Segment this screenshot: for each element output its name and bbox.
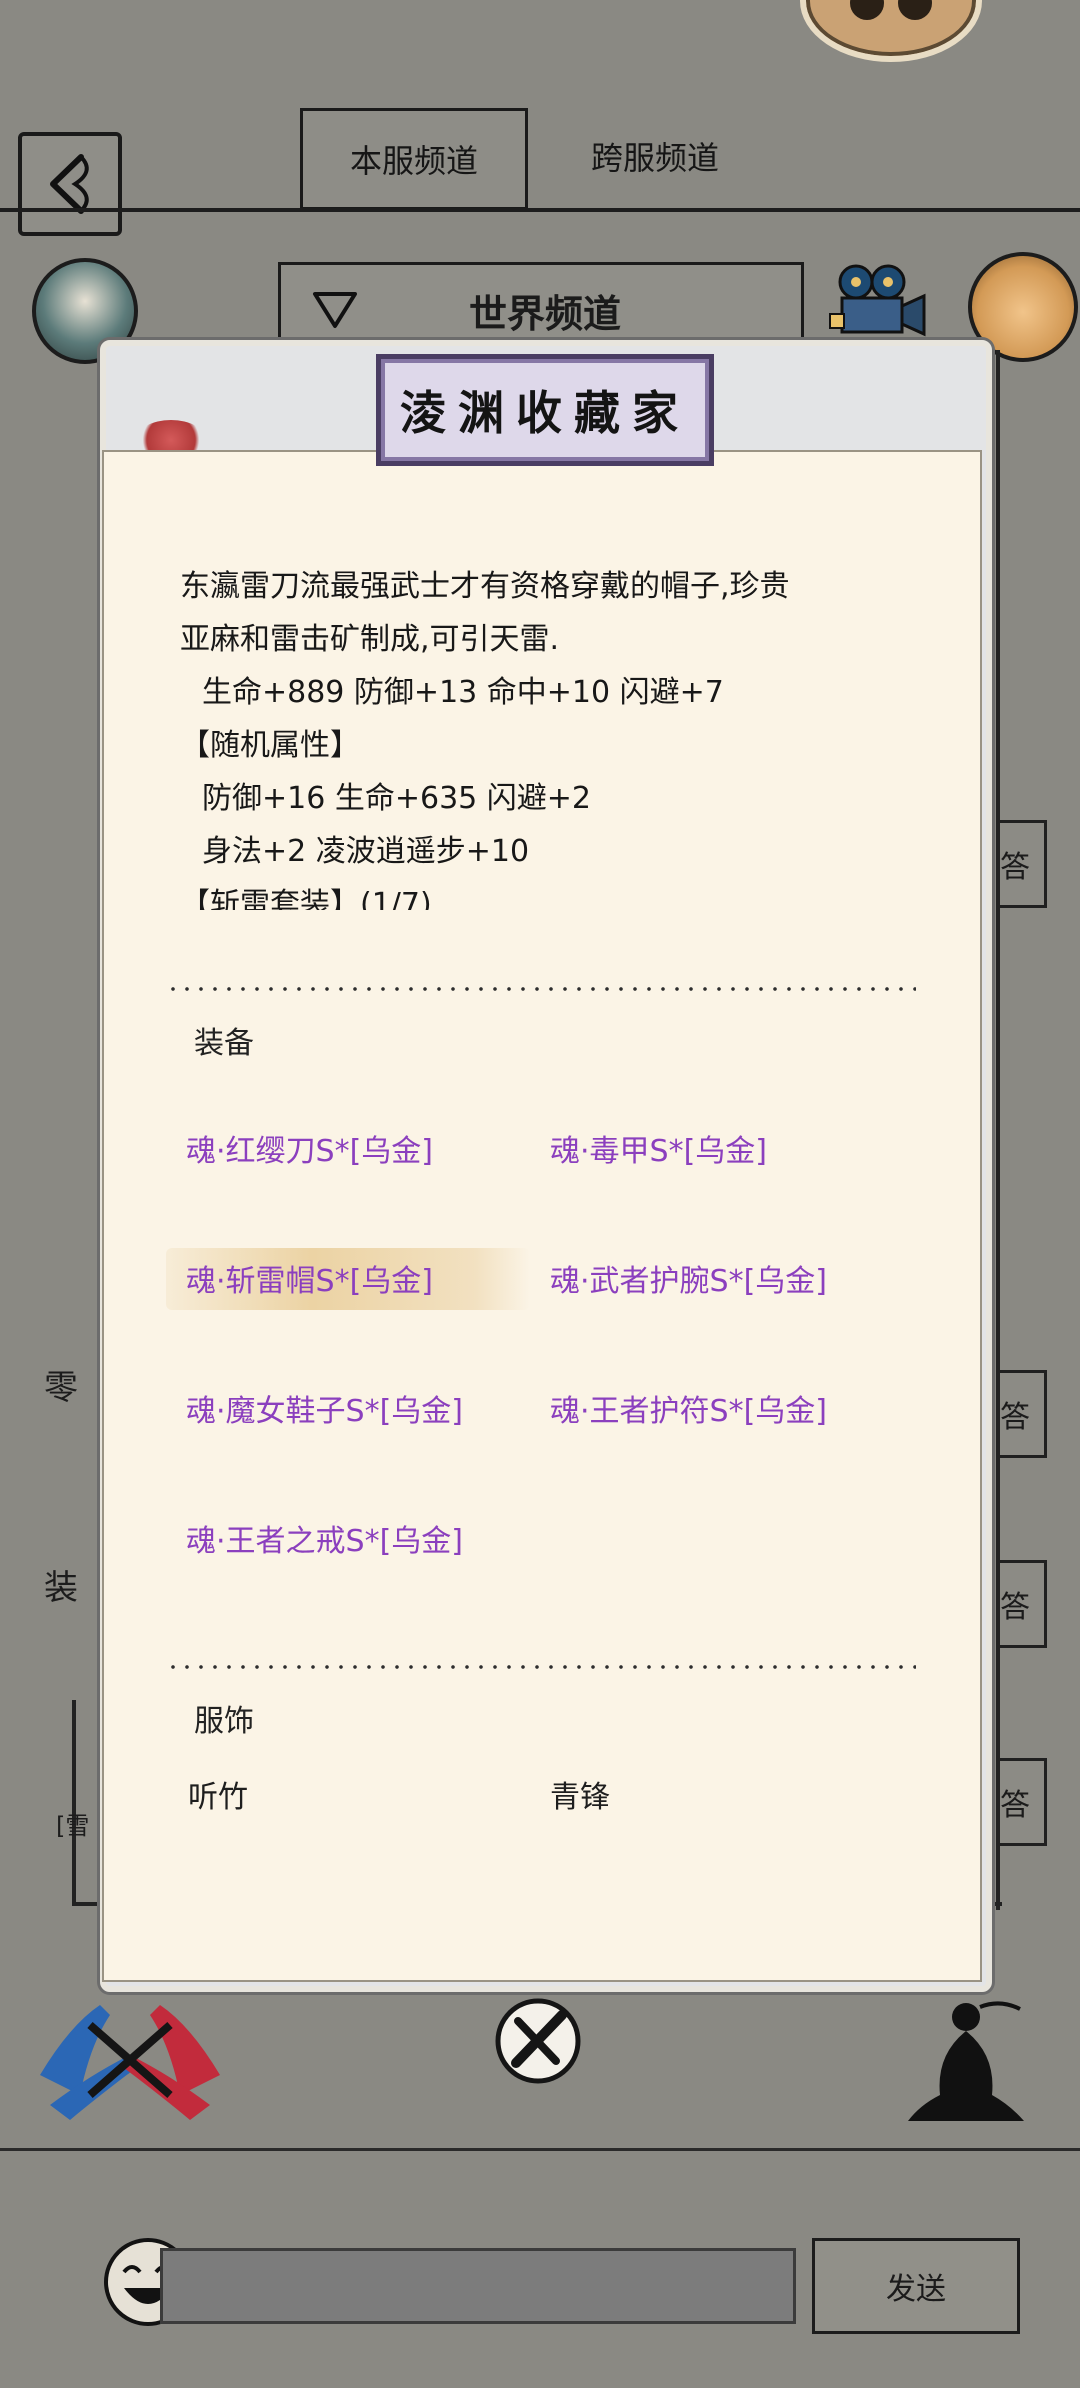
side-answer-label: 答 — [1000, 1400, 1030, 1435]
meditation-icon[interactable] — [900, 1995, 1030, 2135]
equipment-item[interactable]: 魂·魔女鞋子S*[乌金] — [186, 1386, 463, 1430]
popup-title: 淩渊收藏家 — [400, 386, 690, 440]
top-avatar[interactable] — [800, 0, 982, 62]
close-icon[interactable] — [492, 1995, 584, 2087]
item-description[interactable]: 东瀛雷刀流最强武士才有资格穿戴的帽子,珍贵 亚麻和雷击矿制成,可引天雷. 生命+… — [180, 560, 900, 910]
equipment-item[interactable]: 魂·王者护符S*[乌金] — [550, 1386, 827, 1430]
avatar-eye — [898, 0, 932, 20]
equipment-item[interactable]: 魂·王者之戒S*[乌金] — [186, 1516, 463, 1560]
bottom-divider — [0, 2148, 1080, 2151]
side-answer-label: 答 — [1000, 850, 1030, 885]
description-line: 防御+16 生命+635 闪避+2 — [202, 781, 592, 816]
dropdown-triangle-icon — [313, 292, 357, 328]
back-button[interactable] — [18, 132, 122, 236]
tab-local-server[interactable]: 本服频道 — [300, 108, 528, 210]
pvp-battle-icon[interactable] — [30, 1985, 230, 2125]
side-answer-label: 答 — [1000, 1788, 1030, 1823]
side-answer-label: 答 — [1000, 1590, 1030, 1625]
costume-item[interactable]: 青锋 — [550, 1772, 610, 1816]
chat-text-fragment: [雪 — [56, 1812, 90, 1840]
side-answer-button[interactable]: 答 — [1000, 820, 1047, 908]
description-line: 身法+2 凌波逍遥步+10 — [202, 834, 530, 869]
side-answer-button[interactable]: 答 — [1000, 1560, 1047, 1648]
dotted-divider — [166, 1664, 916, 1670]
chat-input[interactable] — [160, 2248, 796, 2324]
chat-text-fragment: 零 — [44, 1368, 78, 1408]
side-answer-button[interactable]: 答 — [1000, 1370, 1047, 1458]
chat-text-fragment: 装 — [44, 1568, 78, 1608]
description-line: 东瀛雷刀流最强武士才有资格穿戴的帽子,珍贵 — [180, 569, 790, 604]
send-button[interactable]: 发送 — [812, 2238, 1020, 2334]
dotted-divider — [166, 986, 916, 992]
equipment-item-selected[interactable]: 魂·斩雷帽S*[乌金] — [186, 1256, 433, 1300]
equipment-item[interactable]: 魂·武者护腕S*[乌金] — [550, 1256, 827, 1300]
avatar-eye — [850, 0, 884, 20]
chat-frame-border — [72, 1700, 76, 1904]
description-line: 【斩雷套装】(1/7) — [180, 887, 432, 910]
description-line: 生命+889 防御+13 命中+10 闪避+7 — [202, 675, 724, 710]
side-answer-button[interactable]: 答 — [1000, 1758, 1047, 1846]
camera-icon[interactable] — [828, 262, 930, 346]
channel-select-label: 世界频道 — [469, 291, 622, 336]
description-line: 亚麻和雷击矿制成,可引天雷. — [180, 622, 560, 657]
popup-title-plate: 淩渊收藏家 — [376, 354, 714, 466]
header-divider — [0, 208, 1080, 212]
costume-section-label: 服饰 — [194, 1704, 254, 1739]
equipment-section-label: 装备 — [194, 1026, 254, 1061]
description-line: 【随机属性】 — [180, 728, 360, 763]
equipment-item[interactable]: 魂·毒甲S*[乌金] — [550, 1126, 767, 1170]
equipment-item[interactable]: 魂·红缨刀S*[乌金] — [186, 1126, 433, 1170]
chat-frame-border — [996, 350, 1000, 1910]
costume-item[interactable]: 听竹 — [188, 1772, 248, 1816]
tab-cross-server[interactable]: 跨服频道 — [560, 108, 750, 204]
